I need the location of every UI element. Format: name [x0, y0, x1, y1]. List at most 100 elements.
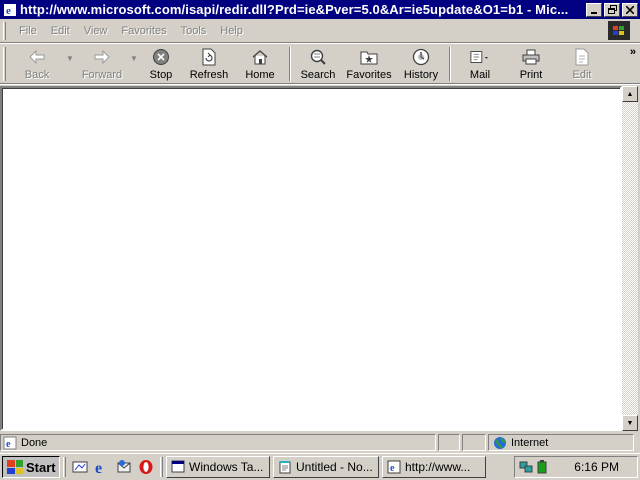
close-button[interactable]	[622, 2, 638, 17]
refresh-button[interactable]: Refresh	[183, 44, 235, 82]
browser-content-area[interactable]	[0, 86, 622, 431]
toolbar-separator	[449, 47, 451, 81]
clock[interactable]: 6:16 PM	[574, 460, 619, 474]
show-desktop-icon[interactable]	[71, 458, 89, 476]
network-icon[interactable]	[519, 460, 535, 474]
start-label: Start	[26, 459, 56, 475]
svg-text:e: e	[95, 460, 102, 475]
scroll-down-button[interactable]: ▼	[622, 415, 638, 431]
stop-label: Stop	[149, 69, 173, 81]
arrow-up-icon: ▲	[626, 90, 634, 98]
menu-favorites[interactable]: Favorites	[114, 25, 173, 37]
zone-panel: Internet	[488, 434, 634, 451]
close-icon	[626, 5, 634, 14]
restore-button[interactable]	[604, 2, 620, 17]
stop-button[interactable]: Stop	[139, 44, 183, 82]
taskbar-button-notepad[interactable]: Untitled - No...	[273, 456, 379, 478]
forward-arrow-icon	[92, 47, 112, 67]
window-icon	[170, 459, 186, 475]
taskbar: Start e Windows Ta... Untitled - No... e…	[0, 453, 640, 480]
svg-text:e: e	[6, 439, 11, 450]
back-arrow-icon	[27, 47, 47, 67]
taskbar-button-label: Untitled - No...	[296, 460, 373, 474]
window-title: http://www.microsoft.com/isapi/redir.dll…	[20, 2, 569, 17]
search-button[interactable]: Search	[295, 44, 341, 82]
print-label: Print	[519, 69, 543, 81]
stop-icon	[151, 47, 171, 67]
toolbar-grip[interactable]	[3, 47, 6, 81]
start-button[interactable]: Start	[2, 456, 60, 478]
battery-icon[interactable]	[537, 460, 547, 474]
forward-dropdown-icon[interactable]: ▼	[129, 54, 139, 63]
favorites-icon	[359, 47, 379, 67]
edit-label: Edit	[572, 69, 592, 81]
status-text: Done	[21, 436, 48, 449]
menu-bar: File Edit View Favorites Tools Help	[0, 19, 640, 43]
internet-explorer-icon[interactable]: e	[93, 458, 111, 476]
menu-view[interactable]: View	[77, 25, 115, 37]
history-button[interactable]: History	[397, 44, 445, 82]
refresh-label: Refresh	[189, 69, 229, 81]
taskbar-button-label: http://www...	[405, 460, 471, 474]
ie-page-icon: e	[386, 459, 402, 475]
status-bar: e Done Internet	[0, 433, 640, 452]
title-bar[interactable]: e http://www.microsoft.com/isapi/redir.d…	[0, 0, 640, 19]
minimize-button[interactable]	[586, 2, 602, 17]
taskbar-button-label: Windows Ta...	[189, 460, 264, 474]
globe-icon	[493, 436, 507, 450]
history-icon	[411, 47, 431, 67]
home-label: Home	[245, 69, 275, 81]
svg-text:e: e	[390, 463, 395, 474]
search-icon	[308, 47, 328, 67]
toolbar-separator	[289, 47, 291, 81]
forward-label: Forward	[81, 69, 123, 81]
page-status-icon: e	[3, 436, 17, 450]
notepad-icon	[277, 459, 293, 475]
taskbar-button-browser[interactable]: e http://www...	[382, 456, 486, 478]
search-label: Search	[300, 69, 336, 81]
print-button[interactable]: Print	[505, 44, 557, 82]
standard-toolbar: Back ▼ Forward ▼ Stop Refresh Home Searc…	[0, 44, 640, 84]
mail-button[interactable]: Mail	[455, 44, 505, 82]
menu-file[interactable]: File	[12, 25, 44, 37]
vertical-scrollbar[interactable]: ▲ ▼	[622, 86, 638, 431]
refresh-icon	[199, 47, 219, 67]
progress-panel	[438, 434, 460, 451]
mail-label: Mail	[469, 69, 491, 81]
mail-icon	[470, 47, 490, 67]
ie-page-icon[interactable]: e	[2, 2, 18, 18]
back-button[interactable]: Back	[9, 44, 65, 82]
favorites-label: Favorites	[346, 69, 392, 81]
windows-logo-throbber	[608, 21, 630, 40]
home-button[interactable]: Home	[235, 44, 285, 82]
printer-icon	[521, 47, 541, 67]
home-icon	[250, 47, 270, 67]
toolbar-more-chevron[interactable]: »	[630, 46, 636, 58]
forward-button[interactable]: Forward	[75, 44, 129, 82]
menu-grip[interactable]	[3, 21, 6, 40]
opera-icon[interactable]	[137, 458, 155, 476]
menu-tools[interactable]: Tools	[174, 25, 214, 37]
secure-panel	[462, 434, 486, 451]
zone-text: Internet	[511, 436, 549, 449]
edit-page-icon	[572, 47, 592, 67]
taskbar-button-windows-task[interactable]: Windows Ta...	[166, 456, 270, 478]
minimize-icon	[591, 11, 597, 14]
scroll-up-button[interactable]: ▲	[622, 86, 638, 102]
taskbar-grip[interactable]	[160, 457, 163, 477]
favorites-button[interactable]: Favorites	[341, 44, 397, 82]
outlook-express-icon[interactable]	[115, 458, 133, 476]
menu-help[interactable]: Help	[213, 25, 250, 37]
back-label: Back	[24, 69, 50, 81]
arrow-down-icon: ▼	[626, 419, 634, 427]
quicklaunch-grip[interactable]	[63, 457, 66, 477]
menu-edit[interactable]: Edit	[44, 25, 77, 37]
svg-text:e: e	[6, 5, 11, 17]
windows-logo-icon	[7, 460, 23, 474]
edit-button[interactable]: Edit	[557, 44, 607, 82]
back-dropdown-icon[interactable]: ▼	[65, 54, 75, 63]
restore-icon	[607, 5, 617, 14]
status-panel: e Done	[0, 434, 436, 451]
system-tray: 6:16 PM	[514, 456, 638, 478]
history-label: History	[403, 69, 439, 81]
